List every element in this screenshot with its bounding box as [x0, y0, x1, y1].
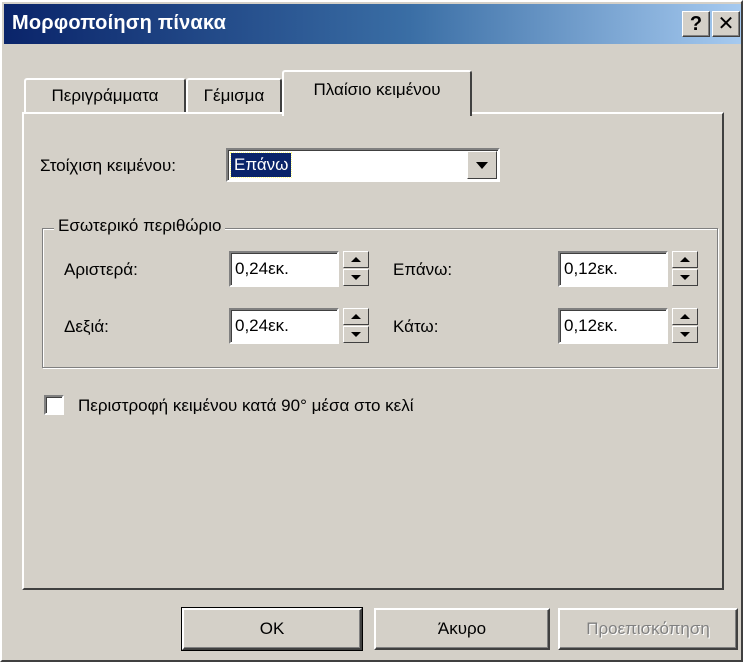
- preview-button[interactable]: Προεπισκόπηση: [558, 608, 738, 650]
- ok-button[interactable]: OK: [181, 607, 363, 651]
- cancel-button[interactable]: Άκυρο: [374, 608, 550, 650]
- tab-panel: [22, 112, 724, 590]
- internal-margin-legend: Εσωτερικό περιθώριο: [54, 216, 226, 236]
- format-table-dialog: Μορφοποίηση πίνακα ? ✕ Περιγράμματα Γέμι…: [0, 0, 743, 662]
- tab-fill[interactable]: Γέμισμα: [186, 78, 282, 114]
- close-icon: ✕: [717, 13, 735, 35]
- tab-borders[interactable]: Περιγράμματα: [24, 78, 186, 114]
- help-icon: ?: [689, 13, 703, 35]
- active-tab-joint: [284, 112, 468, 115]
- close-button[interactable]: ✕: [712, 11, 740, 37]
- title-bar[interactable]: Μορφοποίηση πίνακα ? ✕: [4, 4, 741, 44]
- dialog-title: Μορφοποίηση πίνακα: [12, 12, 227, 34]
- tab-text-box[interactable]: Πλαίσιο κειμένου: [282, 70, 472, 116]
- help-button[interactable]: ?: [682, 11, 710, 37]
